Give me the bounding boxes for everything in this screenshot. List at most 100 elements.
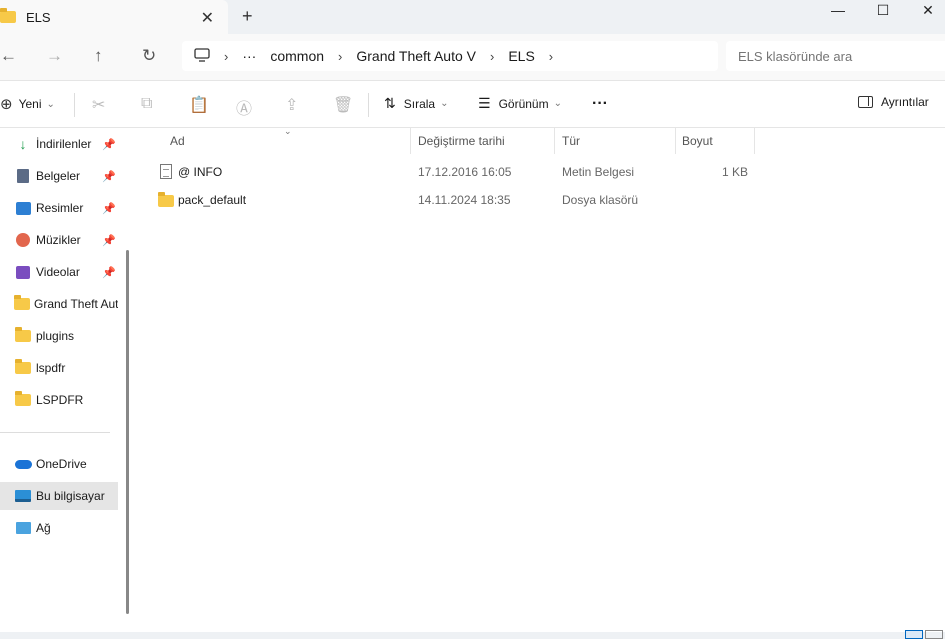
sidebar-item-label: Ağ (36, 521, 51, 535)
breadcrumb-chevron[interactable]: › (338, 49, 342, 64)
network-icon (14, 522, 32, 534)
sort-label: Sırala (403, 96, 436, 111)
folder-icon (14, 359, 32, 374)
sidebar-item-grand-theft-auto[interactable]: Grand Theft Aut (0, 290, 118, 318)
new-tab-button[interactable]: + (242, 6, 253, 27)
view-button[interactable]: ☰ Görünüm ⌄ (478, 95, 562, 112)
breadcrumb-chevron[interactable]: › (549, 49, 553, 64)
pin-icon: 📌 (102, 202, 116, 215)
sidebar-item-label: Videolar (36, 265, 80, 279)
sidebar-item-label: plugins (36, 329, 75, 343)
details-view-toggle[interactable] (905, 630, 923, 639)
minimize-button[interactable]: — (815, 0, 861, 20)
breadcrumb-overflow[interactable]: ··· (242, 48, 256, 64)
breadcrumb-els[interactable]: ELS (508, 48, 534, 64)
column-separator[interactable] (410, 128, 411, 154)
text-document-icon (160, 164, 172, 182)
folder-icon (14, 391, 32, 406)
downloads-icon: ↓ (19, 136, 27, 152)
column-separator[interactable] (754, 128, 755, 154)
file-type: Dosya klasörü (562, 193, 639, 207)
sidebar-item-videos[interactable]: Videolar 📌 (0, 258, 118, 286)
sidebar-item-pictures[interactable]: Resimler 📌 (0, 194, 118, 222)
view-label: Görünüm (498, 96, 549, 111)
sort-button[interactable]: ⇅ Sırala ⌄ (384, 95, 448, 112)
pin-icon: 📌 (102, 234, 116, 247)
tiles-view-toggle[interactable] (925, 630, 943, 639)
view-icon: ☰ (478, 95, 491, 111)
videos-icon (14, 265, 32, 279)
column-separator[interactable] (675, 128, 676, 154)
file-row[interactable]: @ INFO 17.12.2016 16:05 Metin Belgesi 1 … (134, 158, 945, 186)
back-button[interactable]: ← (0, 46, 17, 66)
column-separator[interactable] (554, 128, 555, 154)
this-pc-icon (14, 490, 32, 502)
details-label: Ayrıntılar (881, 95, 929, 109)
pictures-icon (14, 201, 32, 215)
chevron-down-icon: ⌄ (46, 98, 55, 110)
sidebar-item-documents[interactable]: Belgeler 📌 (0, 162, 118, 190)
paste-icon[interactable]: 📋 (189, 95, 209, 115)
command-bar: ⊕ Yeni ⌄ ✂ ⧉ 📋 Ⓐ ⇪ 🗑 ⇅ Sırala ⌄ ☰ Görünü… (0, 80, 945, 128)
breadcrumb-common[interactable]: common (270, 48, 324, 64)
close-window-button[interactable]: ✕ (905, 0, 945, 20)
sidebar-item-this-pc[interactable]: Bu bilgisayar (0, 482, 118, 510)
new-button[interactable]: ⊕ Yeni ⌄ (0, 95, 55, 113)
search-input[interactable] (726, 41, 945, 71)
forward-button[interactable]: → (46, 46, 63, 66)
sidebar-item-music[interactable]: Müzikler 📌 (0, 226, 118, 254)
documents-icon (14, 169, 32, 183)
music-icon (14, 233, 32, 247)
file-modified: 14.11.2024 18:35 (418, 193, 511, 207)
sidebar-divider (0, 432, 110, 433)
column-header-size[interactable]: Boyut (682, 134, 713, 148)
close-tab-button[interactable]: ✕ (201, 8, 214, 28)
address-bar[interactable]: › ··· common › Grand Theft Auto V › ELS … (182, 41, 718, 71)
file-size: 1 KB (721, 165, 748, 179)
column-header-name[interactable]: Ad (170, 134, 185, 148)
file-name: @ INFO (178, 165, 223, 179)
breadcrumb-chevron[interactable]: › (490, 49, 494, 64)
sidebar-item-network[interactable]: Ağ (0, 514, 118, 542)
computer-icon (194, 47, 210, 65)
share-icon[interactable]: ⇪ (285, 95, 298, 115)
delete-icon[interactable]: 🗑 (333, 95, 353, 115)
copy-icon[interactable]: ⧉ (141, 95, 152, 113)
file-modified: 17.12.2016 16:05 (418, 165, 512, 179)
refresh-button[interactable]: ↻ (142, 46, 156, 66)
tab-els[interactable]: ELS ✕ (0, 0, 228, 34)
sidebar-item-downloads[interactable]: ↓ İndirilenler 📌 (0, 130, 118, 158)
cut-icon[interactable]: ✂ (92, 95, 105, 115)
file-type: Metin Belgesi (562, 165, 635, 179)
file-list: ⌄ Ad Değiştirme tarihi Tür Boyut @ INFO … (134, 126, 945, 632)
sidebar-item-label: Müzikler (36, 233, 81, 247)
file-row[interactable]: pack_default 14.11.2024 18:35 Dosya klas… (134, 186, 945, 214)
sidebar-item-plugins[interactable]: plugins (0, 322, 118, 350)
sort-icon: ⇅ (384, 95, 396, 111)
folder-icon (0, 8, 16, 23)
sidebar-item-lspdfr-upper[interactable]: LSPDFR (0, 386, 118, 414)
title-bar: ELS ✕ + — ☐ ✕ (0, 0, 945, 34)
up-button[interactable]: ↑ (94, 46, 103, 66)
rename-icon[interactable]: Ⓐ (236, 95, 252, 119)
folder-icon (14, 327, 32, 342)
folder-icon (14, 295, 30, 310)
sidebar-item-onedrive[interactable]: OneDrive (0, 450, 118, 478)
pin-icon: 📌 (102, 138, 116, 151)
details-pane-button[interactable]: Ayrıntılar (858, 95, 929, 109)
column-header-modified[interactable]: Değiştirme tarihi (418, 134, 505, 148)
divider (368, 93, 369, 117)
details-pane-icon (858, 96, 873, 108)
breadcrumb-grand-theft-auto-v[interactable]: Grand Theft Auto V (356, 48, 476, 64)
pin-icon: 📌 (102, 266, 116, 279)
sidebar-scrollbar[interactable] (126, 250, 129, 614)
pin-icon: 📌 (102, 170, 116, 183)
navigation-bar: ← → ↑ ↻ › ··· common › Grand Theft Auto … (0, 34, 945, 80)
navigation-pane: ↓ İndirilenler 📌 Belgeler 📌 Resimler 📌 M… (0, 128, 120, 632)
more-options-button[interactable]: ··· (592, 95, 608, 113)
maximize-button[interactable]: ☐ (860, 0, 906, 20)
sidebar-item-lspdfr[interactable]: lspdfr (0, 354, 118, 382)
file-name: pack_default (178, 193, 247, 207)
breadcrumb-chevron[interactable]: › (224, 49, 228, 64)
column-header-type[interactable]: Tür (562, 134, 580, 148)
